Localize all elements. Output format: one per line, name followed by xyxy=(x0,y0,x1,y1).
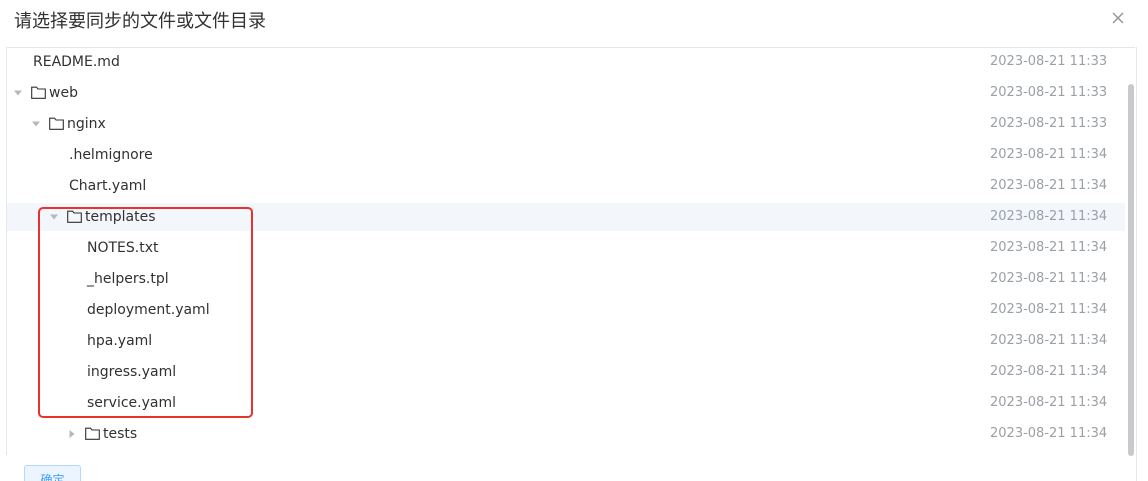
tree-node-label: nginx xyxy=(67,116,106,132)
tree-node-time: 2023-08-21 11:34 xyxy=(990,271,1108,286)
tree-node-ingress-yaml[interactable]: ingress.yaml 2023-08-21 11:34 xyxy=(7,358,1125,386)
tree-node-label: ingress.yaml xyxy=(87,364,177,380)
caret-right-icon[interactable] xyxy=(68,429,76,439)
tree-node-helpers-tpl[interactable]: _helpers.tpl 2023-08-21 11:34 xyxy=(7,265,1125,293)
tree-node-time: 2023-08-21 11:34 xyxy=(990,302,1108,317)
tree-node-notes-txt[interactable]: NOTES.txt 2023-08-21 11:34 xyxy=(7,234,1125,262)
tree-node-label: .helmignore xyxy=(69,147,153,163)
tree-node-web[interactable]: web 2023-08-21 11:33 xyxy=(7,79,1125,107)
tree-node-time: 2023-08-21 11:34 xyxy=(990,426,1108,441)
caret-down-icon[interactable] xyxy=(13,89,23,97)
tree-node-tests[interactable]: tests 2023-08-21 11:34 xyxy=(7,420,1125,448)
tree-node-time: 2023-08-21 11:34 xyxy=(990,395,1108,410)
tree-node-label: templates xyxy=(85,209,156,225)
tree-node-label: _helpers.tpl xyxy=(87,271,169,287)
tree-node-hpa-yaml[interactable]: hpa.yaml 2023-08-21 11:34 xyxy=(7,327,1125,355)
tree-scrollbar-thumb[interactable] xyxy=(1128,84,1134,456)
tree-node-readme[interactable]: README.md 2023-08-21 11:33 xyxy=(7,48,1125,76)
close-button[interactable] xyxy=(1108,8,1128,28)
tree-node-label: web xyxy=(49,85,78,101)
tree-node-label: service.yaml xyxy=(87,395,176,411)
tree-node-time: 2023-08-21 11:34 xyxy=(990,364,1108,379)
tree-node-time: 2023-08-21 11:34 xyxy=(990,209,1108,224)
file-tree-panel: README.md 2023-08-21 11:33 web 2023-08-2… xyxy=(6,47,1135,455)
folder-icon xyxy=(49,117,64,130)
tree-node-service-yaml[interactable]: service.yaml 2023-08-21 11:34 xyxy=(7,389,1125,417)
tree-node-time: 2023-08-21 11:33 xyxy=(990,116,1108,131)
tree-node-time: 2023-08-21 11:34 xyxy=(990,178,1108,193)
tree-node-label: NOTES.txt xyxy=(87,240,159,256)
tree-node-nginx[interactable]: nginx 2023-08-21 11:33 xyxy=(7,110,1125,138)
tree-node-label: hpa.yaml xyxy=(87,333,153,349)
dialog-header: 请选择要同步的文件或文件目录 xyxy=(0,0,1148,46)
confirm-button[interactable]: 确定 xyxy=(24,465,81,481)
tree-node-chart-yaml[interactable]: Chart.yaml 2023-08-21 11:34 xyxy=(7,172,1125,200)
tree-node-helmignore[interactable]: .helmignore 2023-08-21 11:34 xyxy=(7,141,1125,169)
folder-icon xyxy=(67,210,82,223)
tree-node-label: Chart.yaml xyxy=(69,178,147,194)
tree-node-time: 2023-08-21 11:33 xyxy=(990,85,1108,100)
tree-node-time: 2023-08-21 11:34 xyxy=(990,240,1108,255)
tree-node-label: deployment.yaml xyxy=(87,302,210,318)
tree-node-deployment-yaml[interactable]: deployment.yaml 2023-08-21 11:34 xyxy=(7,296,1125,324)
folder-icon xyxy=(85,427,100,440)
file-tree: README.md 2023-08-21 11:33 web 2023-08-2… xyxy=(7,48,1125,455)
sync-file-dialog: 请选择要同步的文件或文件目录 README.md 2023-08-21 11:3… xyxy=(0,0,1148,481)
tree-node-time: 2023-08-21 11:34 xyxy=(990,333,1108,348)
tree-node-label: tests xyxy=(103,426,138,442)
caret-down-icon[interactable] xyxy=(31,120,41,128)
close-icon xyxy=(1112,12,1124,24)
caret-down-icon[interactable] xyxy=(49,213,59,221)
tree-node-time: 2023-08-21 11:34 xyxy=(990,147,1108,162)
tree-node-label: README.md xyxy=(33,54,120,70)
dialog-title: 请选择要同步的文件或文件目录 xyxy=(14,11,266,32)
tree-node-templates[interactable]: templates 2023-08-21 11:34 xyxy=(7,203,1125,231)
panel-divider xyxy=(1136,47,1137,481)
tree-node-time: 2023-08-21 11:33 xyxy=(990,54,1108,69)
folder-icon xyxy=(31,86,46,99)
